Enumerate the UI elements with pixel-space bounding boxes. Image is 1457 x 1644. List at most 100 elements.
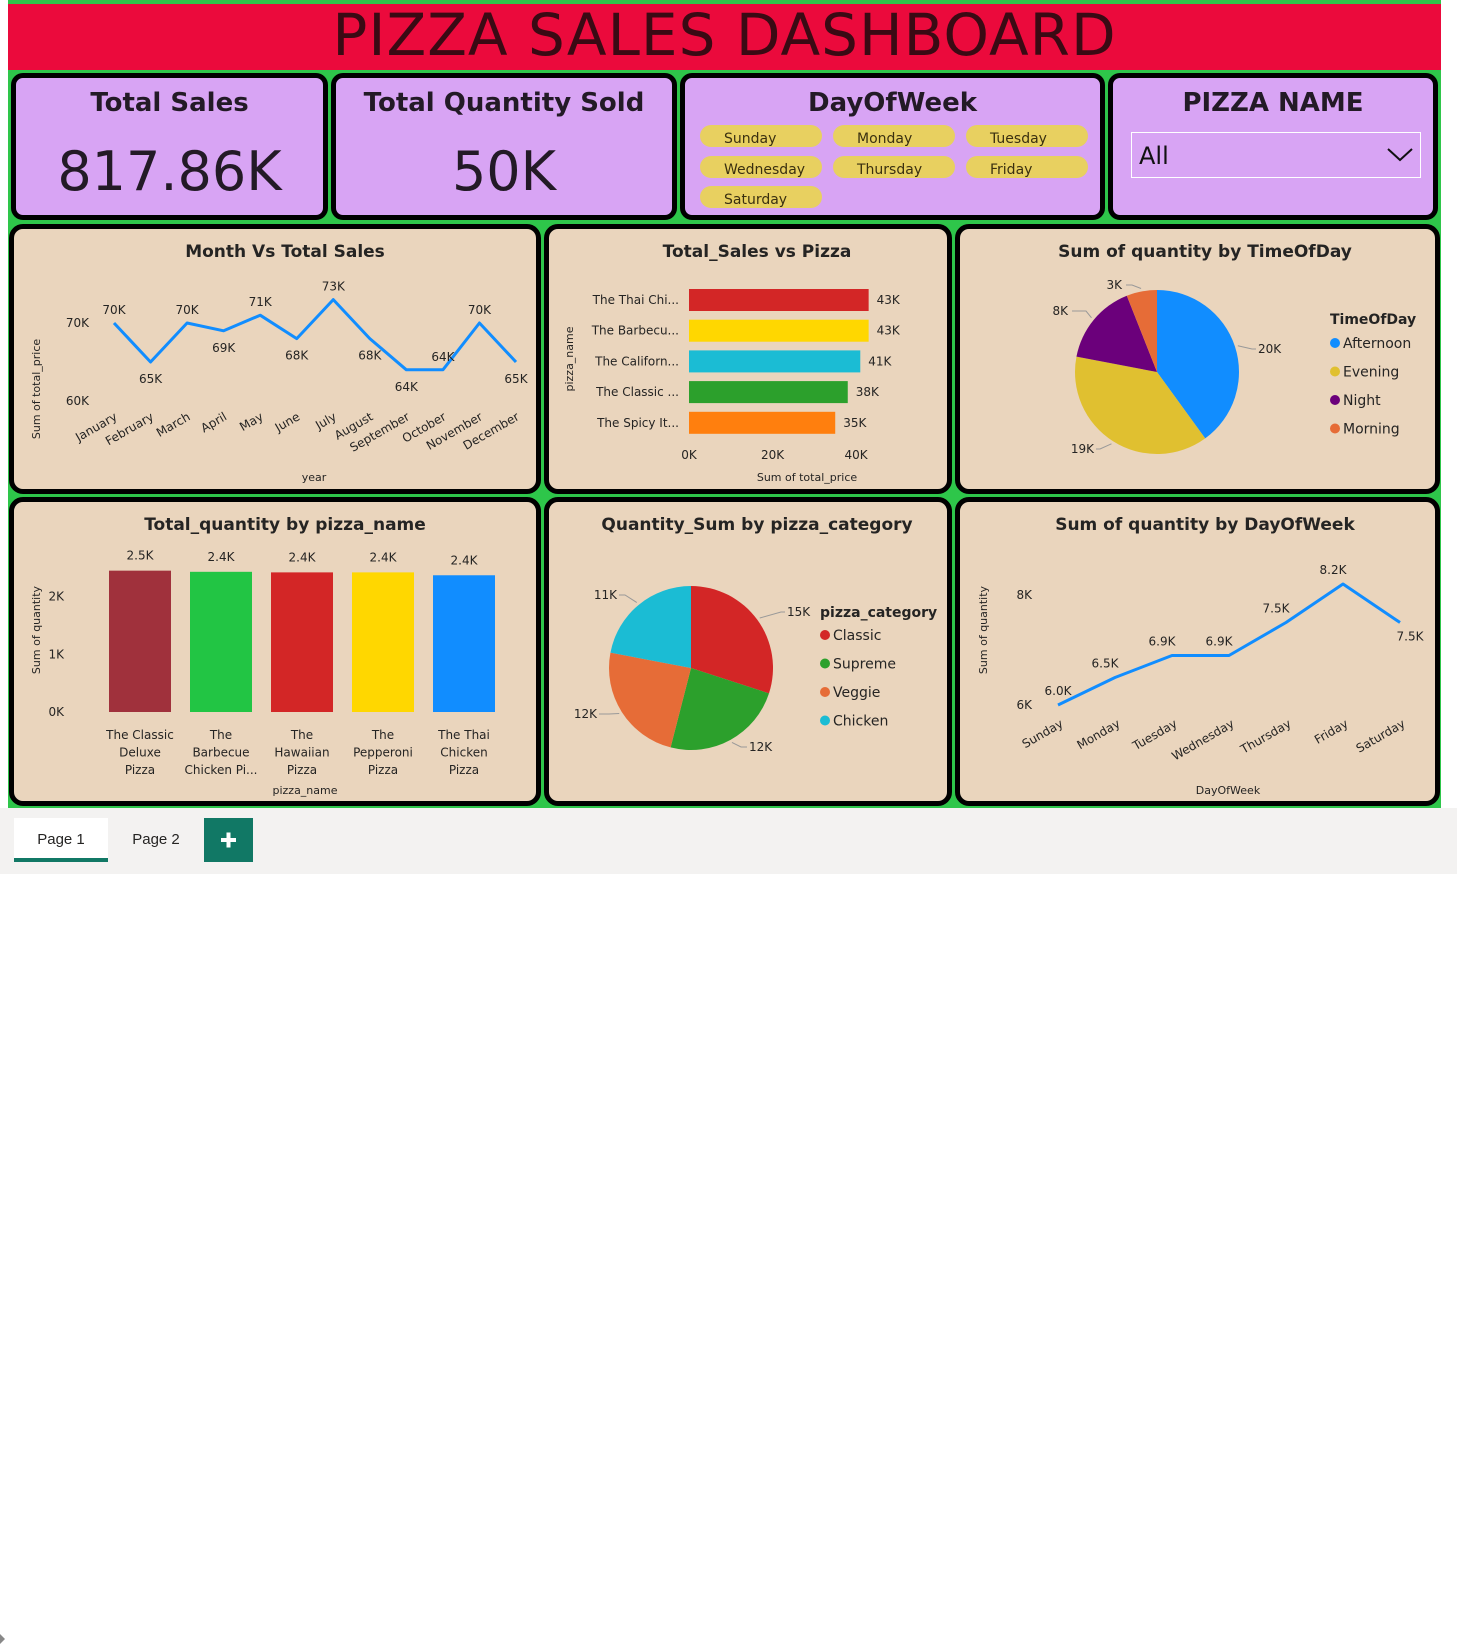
category-label: Barbecue (192, 746, 249, 760)
data-label: 70K (468, 303, 492, 317)
y-tick-label: 8K (1016, 588, 1033, 602)
category-label: Chicken Pi... (185, 763, 258, 777)
kpi-card-total-sales[interactable]: Total Sales 817.86K (11, 73, 328, 220)
quantity-by-pizza-chart: Total_quantity by pizza_name Sum of quan… (14, 502, 536, 801)
y-axis-title: Sum of quantity (30, 585, 43, 674)
legend-marker (820, 687, 830, 697)
category-label: The Thai Chi... (592, 293, 679, 307)
slicer-option-saturday[interactable]: Saturday (700, 186, 822, 208)
kpi-label: Total Sales (16, 88, 323, 118)
data-label: 70K (102, 303, 126, 317)
data-label: 7.5K (1397, 630, 1425, 644)
tab-page-1[interactable]: Page 1 (14, 818, 108, 862)
legend-marker (1330, 424, 1340, 434)
legend-marker (1330, 395, 1340, 405)
category-label: Deluxe (119, 746, 161, 760)
chart-plot: The Thai Chi...43KThe Barbecu...43KThe C… (591, 289, 901, 462)
chart-plot: 0K1K2K2.5KThe ClassicDeluxePizza2.4KTheB… (48, 549, 495, 777)
data-label: 68K (285, 349, 309, 363)
x-axis-title: pizza_name (272, 784, 337, 797)
tab-page-2[interactable]: Page 2 (110, 818, 202, 862)
x-tick-label: 0K (681, 448, 698, 462)
sales-by-pizza-panel: Total_Sales vs Pizza pizza_name Sum of t… (544, 224, 952, 494)
x-tick-label: 20K (761, 448, 785, 462)
chart-title: Sum of quantity by TimeOfDay (1058, 242, 1352, 262)
chevron-down-icon[interactable] (1386, 141, 1414, 169)
legend-marker (1330, 367, 1340, 377)
slicer-option-wednesday[interactable]: Wednesday (700, 156, 822, 178)
slicer-title: PIZZA NAME (1113, 88, 1433, 118)
data-label: 64K (431, 350, 455, 364)
page-tabs-bar: Page 1 Page 2 (0, 808, 1457, 874)
report-canvas: PIZZA SALES DASHBOARD Total Sales 817.86… (0, 0, 1457, 874)
day-of-week-slicer: DayOfWeek Sunday Monday Tuesday Wednesda… (680, 73, 1105, 220)
quantity-by-pizza-panel: Total_quantity by pizza_name Sum of quan… (9, 497, 541, 806)
category-label: Pizza (125, 763, 155, 777)
x-axis-title: year (302, 471, 327, 484)
bar (352, 572, 414, 712)
legend-item: Supreme (833, 657, 896, 673)
x-tick-label: Monday (1074, 716, 1122, 752)
y-tick-label: 2K (48, 590, 65, 604)
y-tick-label: 70K (66, 316, 90, 330)
scroll-left-icon[interactable] (0, 1634, 5, 1644)
chart-plot: 60K70K70K65K70K69K71K68K73K68K64K64K70K6… (66, 280, 529, 455)
slicer-title: DayOfWeek (685, 88, 1100, 118)
category-label: The Classic ... (595, 385, 679, 399)
data-label: 6.0K (1045, 684, 1073, 698)
quantity-by-day-panel: Sum of quantity by DayOfWeek Sum of quan… (955, 497, 1440, 806)
kpi-label: Total Quantity Sold (336, 88, 672, 118)
x-axis-title: DayOfWeek (1196, 784, 1261, 797)
chart-title: Month Vs Total Sales (185, 242, 385, 262)
slicer-option-tuesday[interactable]: Tuesday (966, 125, 1088, 147)
leader-line (1126, 285, 1141, 289)
data-label: 65K (139, 372, 163, 386)
slicer-option-monday[interactable]: Monday (833, 125, 955, 147)
legend-item: Veggie (833, 685, 880, 701)
legend-item: Evening (1343, 365, 1399, 381)
series-line (114, 300, 516, 370)
quantity-by-day-chart: Sum of quantity by DayOfWeek Sum of quan… (960, 502, 1435, 801)
slicer-option-friday[interactable]: Friday (966, 156, 1088, 178)
data-label: 69K (212, 341, 236, 355)
data-label: 35K (843, 416, 867, 430)
y-axis-title: Sum of total_price (30, 339, 43, 440)
pizza-name-dropdown[interactable]: All (1131, 132, 1421, 178)
chart-plot: 20K19K8K3KAfternoonEveningNightMorning (1052, 278, 1411, 456)
slicer-option-sunday[interactable]: Sunday (700, 125, 822, 147)
data-label: 2.5K (127, 549, 155, 563)
add-page-button[interactable] (204, 818, 253, 862)
bar (271, 572, 333, 712)
x-tick-label: March (154, 409, 193, 439)
x-axis-title: Sum of total_price (757, 471, 858, 484)
category-label: The Thai (437, 728, 490, 742)
data-label: 6.9K (1149, 635, 1177, 649)
y-tick-label: 60K (66, 394, 90, 408)
y-axis-title: pizza_name (563, 326, 576, 391)
x-tick-label: Tuesday (1129, 716, 1179, 753)
data-label: 19K (1071, 442, 1095, 456)
x-tick-label: April (198, 409, 229, 435)
category-label: Hawaiian (274, 746, 329, 760)
category-label: The (371, 728, 394, 742)
slicer-option-thursday[interactable]: Thursday (833, 156, 955, 178)
category-label: The (209, 728, 232, 742)
quantity-by-time-panel: Sum of quantity by TimeOfDay TimeOfDay 2… (955, 224, 1440, 494)
data-label: 15K (787, 605, 811, 619)
chart-title: Total_quantity by pizza_name (144, 515, 426, 535)
data-label: 8K (1052, 304, 1069, 318)
legend-item: Afternoon (1343, 336, 1411, 352)
quantity-by-category-panel: Quantity_Sum by pizza_category pizza_cat… (544, 497, 952, 806)
x-tick-label: Saturday (1354, 716, 1408, 755)
kpi-value: 817.86K (16, 140, 323, 203)
pizza-name-slicer: PIZZA NAME All (1108, 73, 1438, 220)
y-tick-label: 6K (1016, 698, 1033, 712)
legend-item: Night (1343, 393, 1381, 409)
kpi-value: 50K (336, 140, 672, 203)
kpi-card-total-quantity[interactable]: Total Quantity Sold 50K (331, 73, 677, 220)
y-axis-title: Sum of quantity (977, 585, 990, 674)
data-label: 12K (574, 707, 598, 721)
category-label: Pizza (449, 763, 479, 777)
category-label: Pizza (287, 763, 317, 777)
x-tick-label: 40K (845, 448, 869, 462)
